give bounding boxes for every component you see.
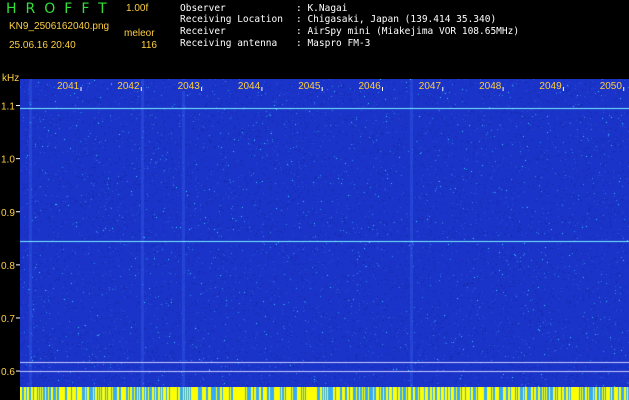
time-tick-label: 2050 [600, 81, 623, 92]
time-tick-label: 2044 [238, 81, 261, 92]
time-tick-label: 2043 [178, 81, 201, 92]
time-tick-label: 2045 [298, 81, 321, 92]
frequency-tick-label: 0.7 [1, 314, 15, 325]
time-axis: 2041 2042 2043 2044 2045 2046 2047 2048 2049 2050 [55, 80, 625, 92]
receiver-label: Receiver [180, 26, 226, 37]
antenna-label: Receiving antenna [180, 38, 278, 49]
location-value: : Chigasaki, Japan (139.414 35.340) [296, 14, 497, 25]
observer-value: : K.Nagai [296, 3, 348, 14]
frequency-tick-label: 0.9 [1, 208, 15, 219]
time-tick-label: 2048 [479, 81, 502, 92]
detection-count: 116 [141, 40, 157, 51]
antenna-value: : Maspro FM-3 [296, 38, 371, 49]
version-label: 1.00f [126, 3, 149, 14]
time-tick-label: 2049 [539, 81, 562, 92]
observer-label: Observer [180, 3, 226, 14]
file-name: KN9_2506162040.png [9, 21, 110, 32]
receiver-value: : AirSpy mini (Miakejima VOR 108.65MHz) [296, 26, 520, 37]
capture-datetime: 25.06.16 20:40 [9, 40, 76, 51]
time-tick-label: 2041 [57, 81, 80, 92]
frequency-tick-label: 1.1 [1, 102, 15, 113]
app-title: HROFFT [6, 1, 116, 17]
frequency-tick-label: 0.6 [1, 367, 15, 378]
time-tick-label: 2042 [117, 81, 140, 92]
frequency-tick-label: 0.8 [1, 261, 15, 272]
algorithm-label: meleor [124, 28, 155, 39]
frequency-tick-label: 1.0 [1, 155, 15, 166]
location-label: Receiving Location [180, 14, 283, 25]
time-tick-label: 2046 [359, 81, 382, 92]
detection-strip [20, 387, 629, 400]
frequency-axis: 1.1 1.0 0.9 0.8 0.7 0.6 [1, 102, 20, 378]
time-tick-label: 2047 [419, 81, 442, 92]
